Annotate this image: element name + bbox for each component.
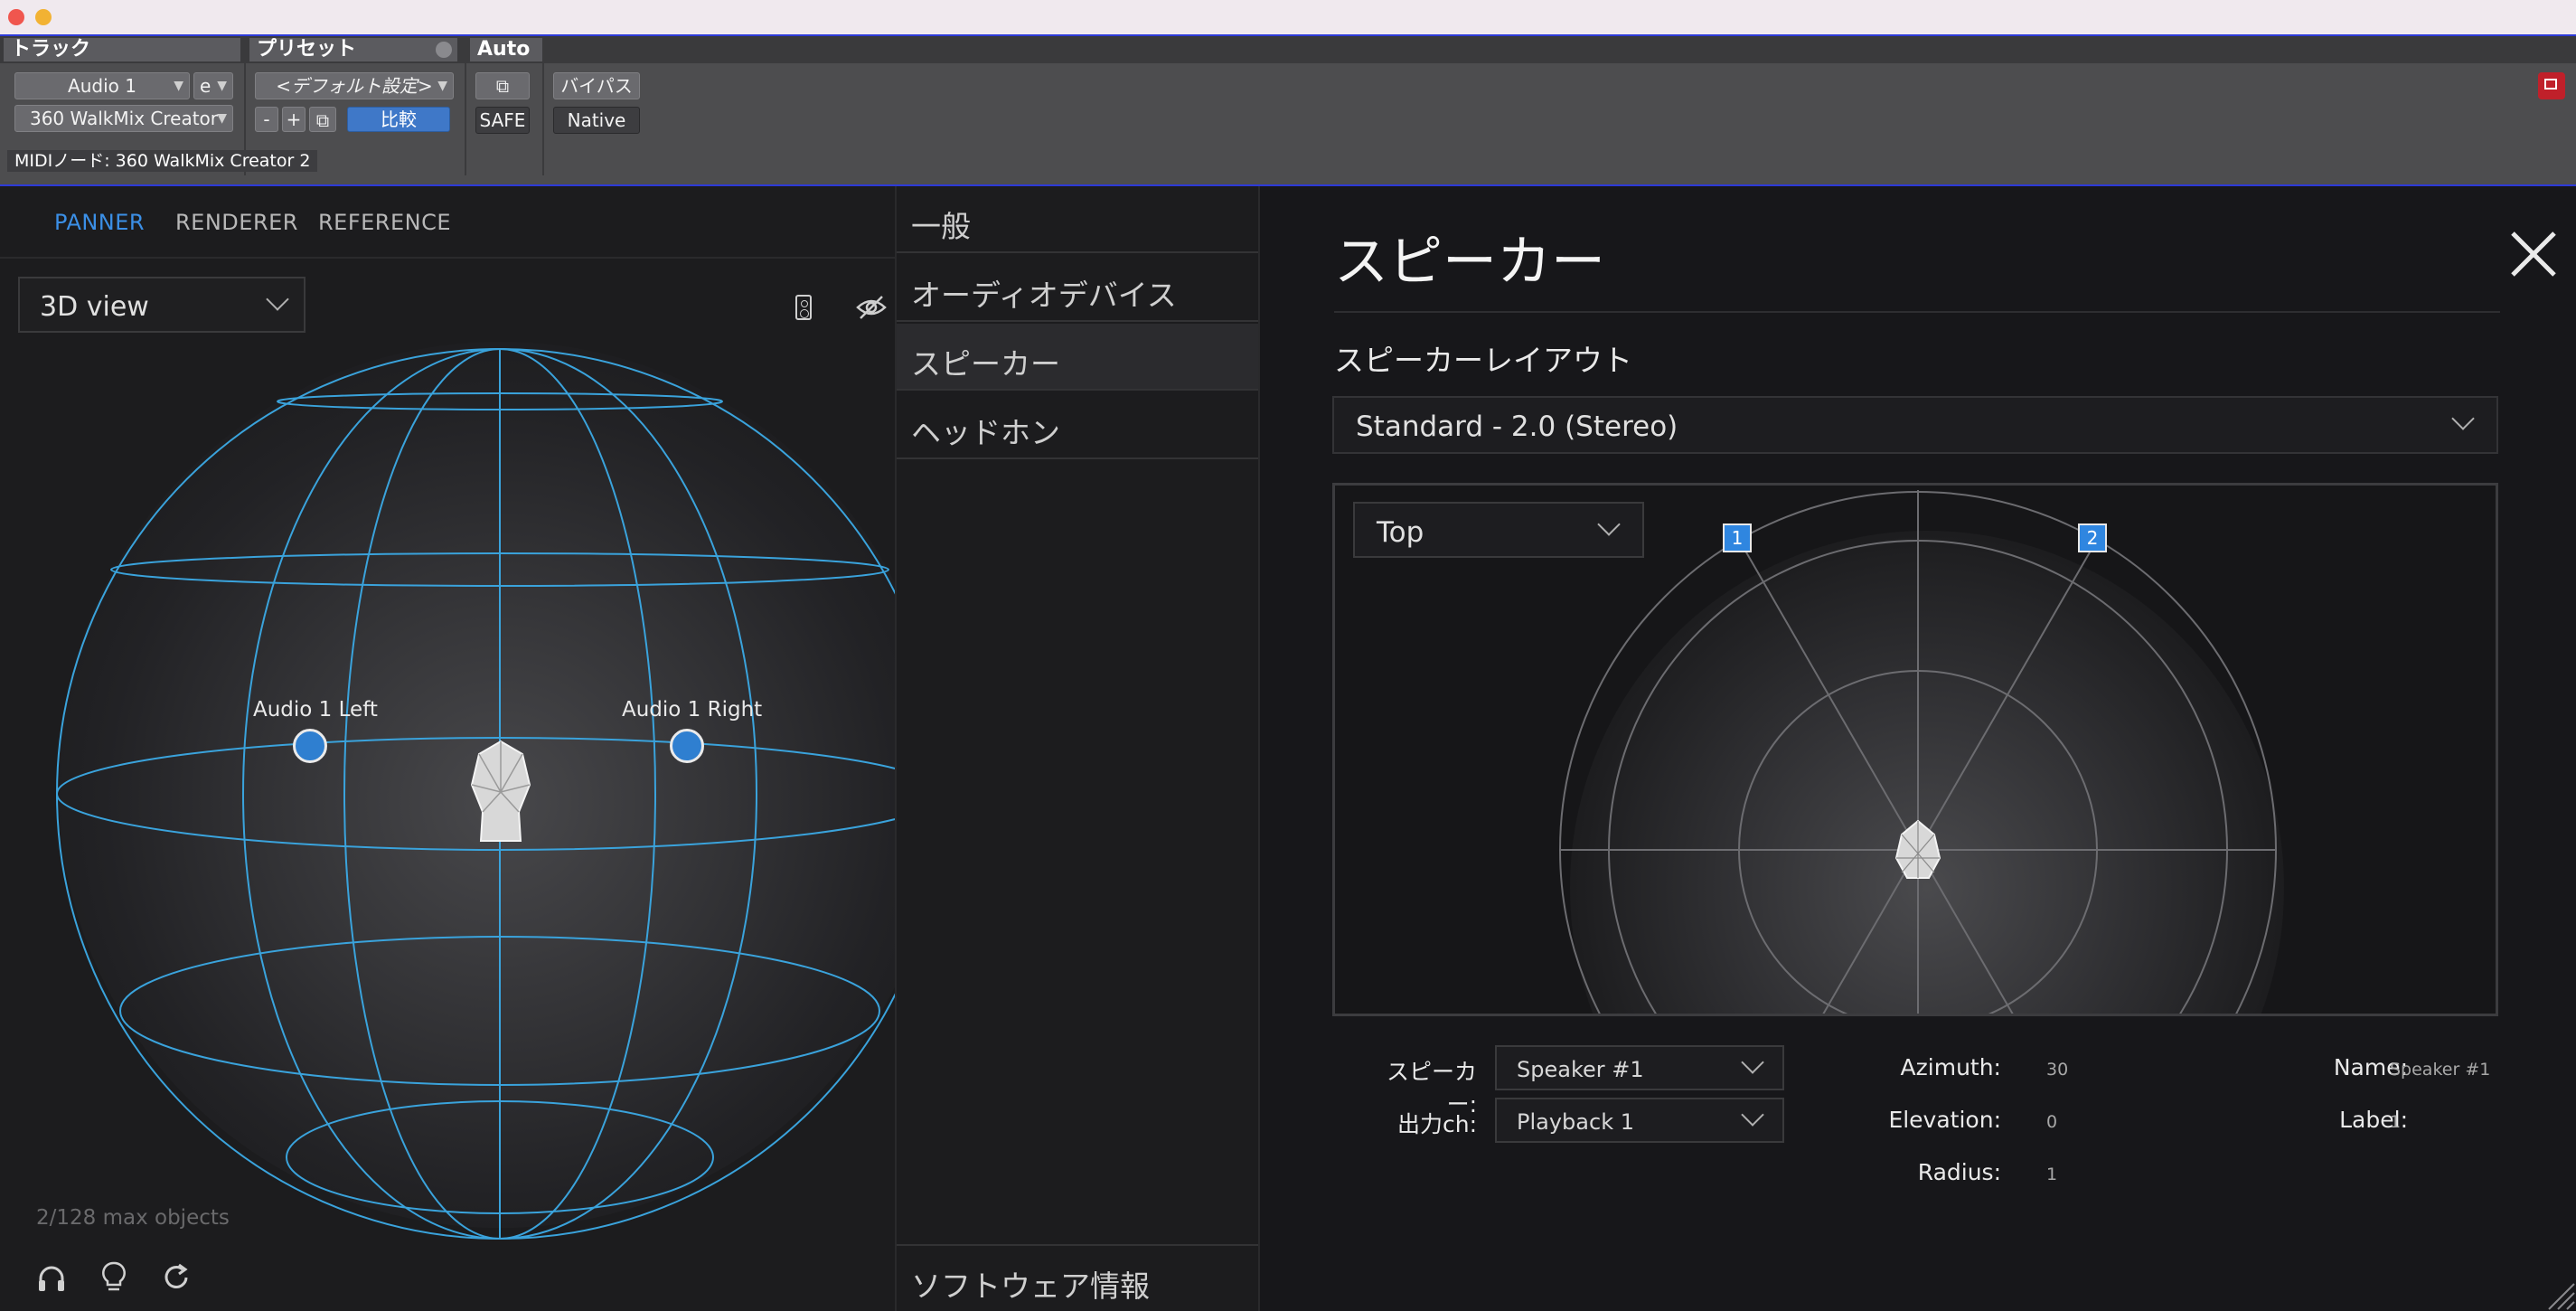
track-e-select[interactable]: e ▼ [193,72,233,99]
nav-item-software-info[interactable]: ソフトウェア情報 [897,1244,1258,1311]
label-value[interactable]: 1 [2390,1112,2401,1132]
copy-settings-button[interactable]: ⧉ [309,107,336,132]
automation-icon: ⧉ [495,75,510,97]
title-divider [1334,311,2500,313]
automation-button[interactable]: ⧉ [475,72,530,99]
elevation-value[interactable]: 0 [2046,1112,2057,1132]
auto-label: Auto [470,38,542,61]
chevron-down-icon [1741,1103,1764,1127]
header-divider [542,63,544,175]
track-e-value: e [200,75,212,97]
preset-select[interactable]: <デフォルト設定> ▼ [255,72,454,99]
midi-node-label: MIDIノード: 360 WalkMix Creator 2 [7,150,318,172]
speaker-layout-label: スピーカーレイアウト [1334,343,1632,378]
speaker-layout-select[interactable]: Standard - 2.0 (Stereo) [1332,396,2498,454]
preset-next-button[interactable]: + [282,107,306,132]
speaker-select-value: Speaker #1 [1517,1057,1644,1082]
plugin-window-icon[interactable] [2538,72,2565,99]
listener-head-top-icon [1894,819,1941,879]
plugin-select[interactable]: 360 WalkMix Creator ▼ [14,105,233,132]
chevron-down-icon [2451,407,2475,430]
nav-item-speaker[interactable]: スピーカー [897,324,1258,391]
output-channel-value: Playback 1 [1517,1109,1634,1135]
preset-select-value: <デフォルト設定> [276,75,433,97]
nav-item-audio-device[interactable]: オーディオデバイス [897,255,1258,322]
chevron-down-icon [1741,1051,1764,1074]
plugin-header: トラック プリセット Auto Audio 1 ▼ e ▼ 360 WalkMix … [0,34,2576,186]
preset-prev-button[interactable]: - [255,107,278,132]
view-orientation-value: Top [1377,516,1424,549]
speaker-settings-panel: スピーカー スピーカーレイアウト Standard - 2.0 (Stereo)… [1260,186,2576,1311]
nav-item-headphones[interactable]: ヘッドホン [897,392,1258,459]
output-channel-select[interactable]: Playback 1 [1495,1098,1784,1143]
max-objects-count: 2/128 max objects [36,1206,230,1230]
preset-label: プリセット [249,38,457,61]
safe-button[interactable]: SAFE [475,107,530,134]
track-label: トラック [4,38,240,61]
radius-label: Radius: [1917,1159,2001,1185]
audio-object-right[interactable] [670,729,704,763]
close-icon[interactable] [2502,222,2565,286]
object-label-left: Audio 1 Left [253,698,378,722]
elevation-label: Elevation: [1888,1107,2001,1133]
view-orientation-select[interactable]: Top [1353,502,1644,558]
native-indicator: Native [553,107,640,134]
lightbulb-icon[interactable] [99,1260,128,1293]
refresh-icon[interactable] [161,1262,192,1293]
speaker-select[interactable]: Speaker #1 [1495,1045,1784,1090]
speaker-marker-1[interactable]: 1 [1723,523,1752,552]
preset-menu-icon[interactable] [436,42,452,58]
sphere-3d-view[interactable]: Audio 1 Left Audio 1 Right [0,186,895,1311]
object-label-right: Audio 1 Right [622,698,763,722]
panner-panel: PANNER RENDERER REFERENCE 3D view Audio … [0,186,895,1311]
listener-head-icon [470,740,531,842]
track-select[interactable]: Audio 1 ▼ [14,72,190,99]
bypass-button[interactable]: バイパス [553,72,640,99]
header-divider [465,63,466,175]
minimize-window-button[interactable] [35,9,52,25]
output-channel-label: 出力ch: [1396,1111,1477,1137]
azimuth-label: Azimuth: [1900,1054,2001,1080]
nav-item-general[interactable]: 一般 [897,186,1258,253]
headphones-icon[interactable] [36,1262,67,1293]
page-title: スピーカー [1334,231,1605,294]
name-value[interactable]: Speaker #1 [2390,1060,2490,1080]
resize-handle-icon[interactable] [2540,1275,2576,1311]
sphere-wireframe [56,348,895,1240]
settings-nav: 一般 オーディオデバイス スピーカー ヘッドホン ソフトウェア情報 [895,186,1260,1311]
audio-object-left[interactable] [293,729,327,763]
top-view-grid [1559,490,2277,1014]
header-label-row: トラック プリセット Auto [0,36,2576,63]
azimuth-value[interactable]: 30 [2046,1060,2068,1080]
track-select-value: Audio 1 [68,75,136,97]
window-titlebar [0,0,2576,34]
compare-button[interactable]: 比較 [347,107,450,132]
chevron-down-icon [1597,513,1621,536]
speaker-layout-value: Standard - 2.0 (Stereo) [1356,410,1678,443]
radius-value[interactable]: 1 [2046,1165,2057,1184]
speaker-marker-2[interactable]: 2 [2078,523,2107,552]
close-window-button[interactable] [8,9,24,25]
plugin-select-value: 360 WalkMix Creator [29,108,219,129]
copy-icon: ⧉ [315,109,330,131]
speaker-top-view[interactable]: Top 1 2 [1332,483,2498,1016]
